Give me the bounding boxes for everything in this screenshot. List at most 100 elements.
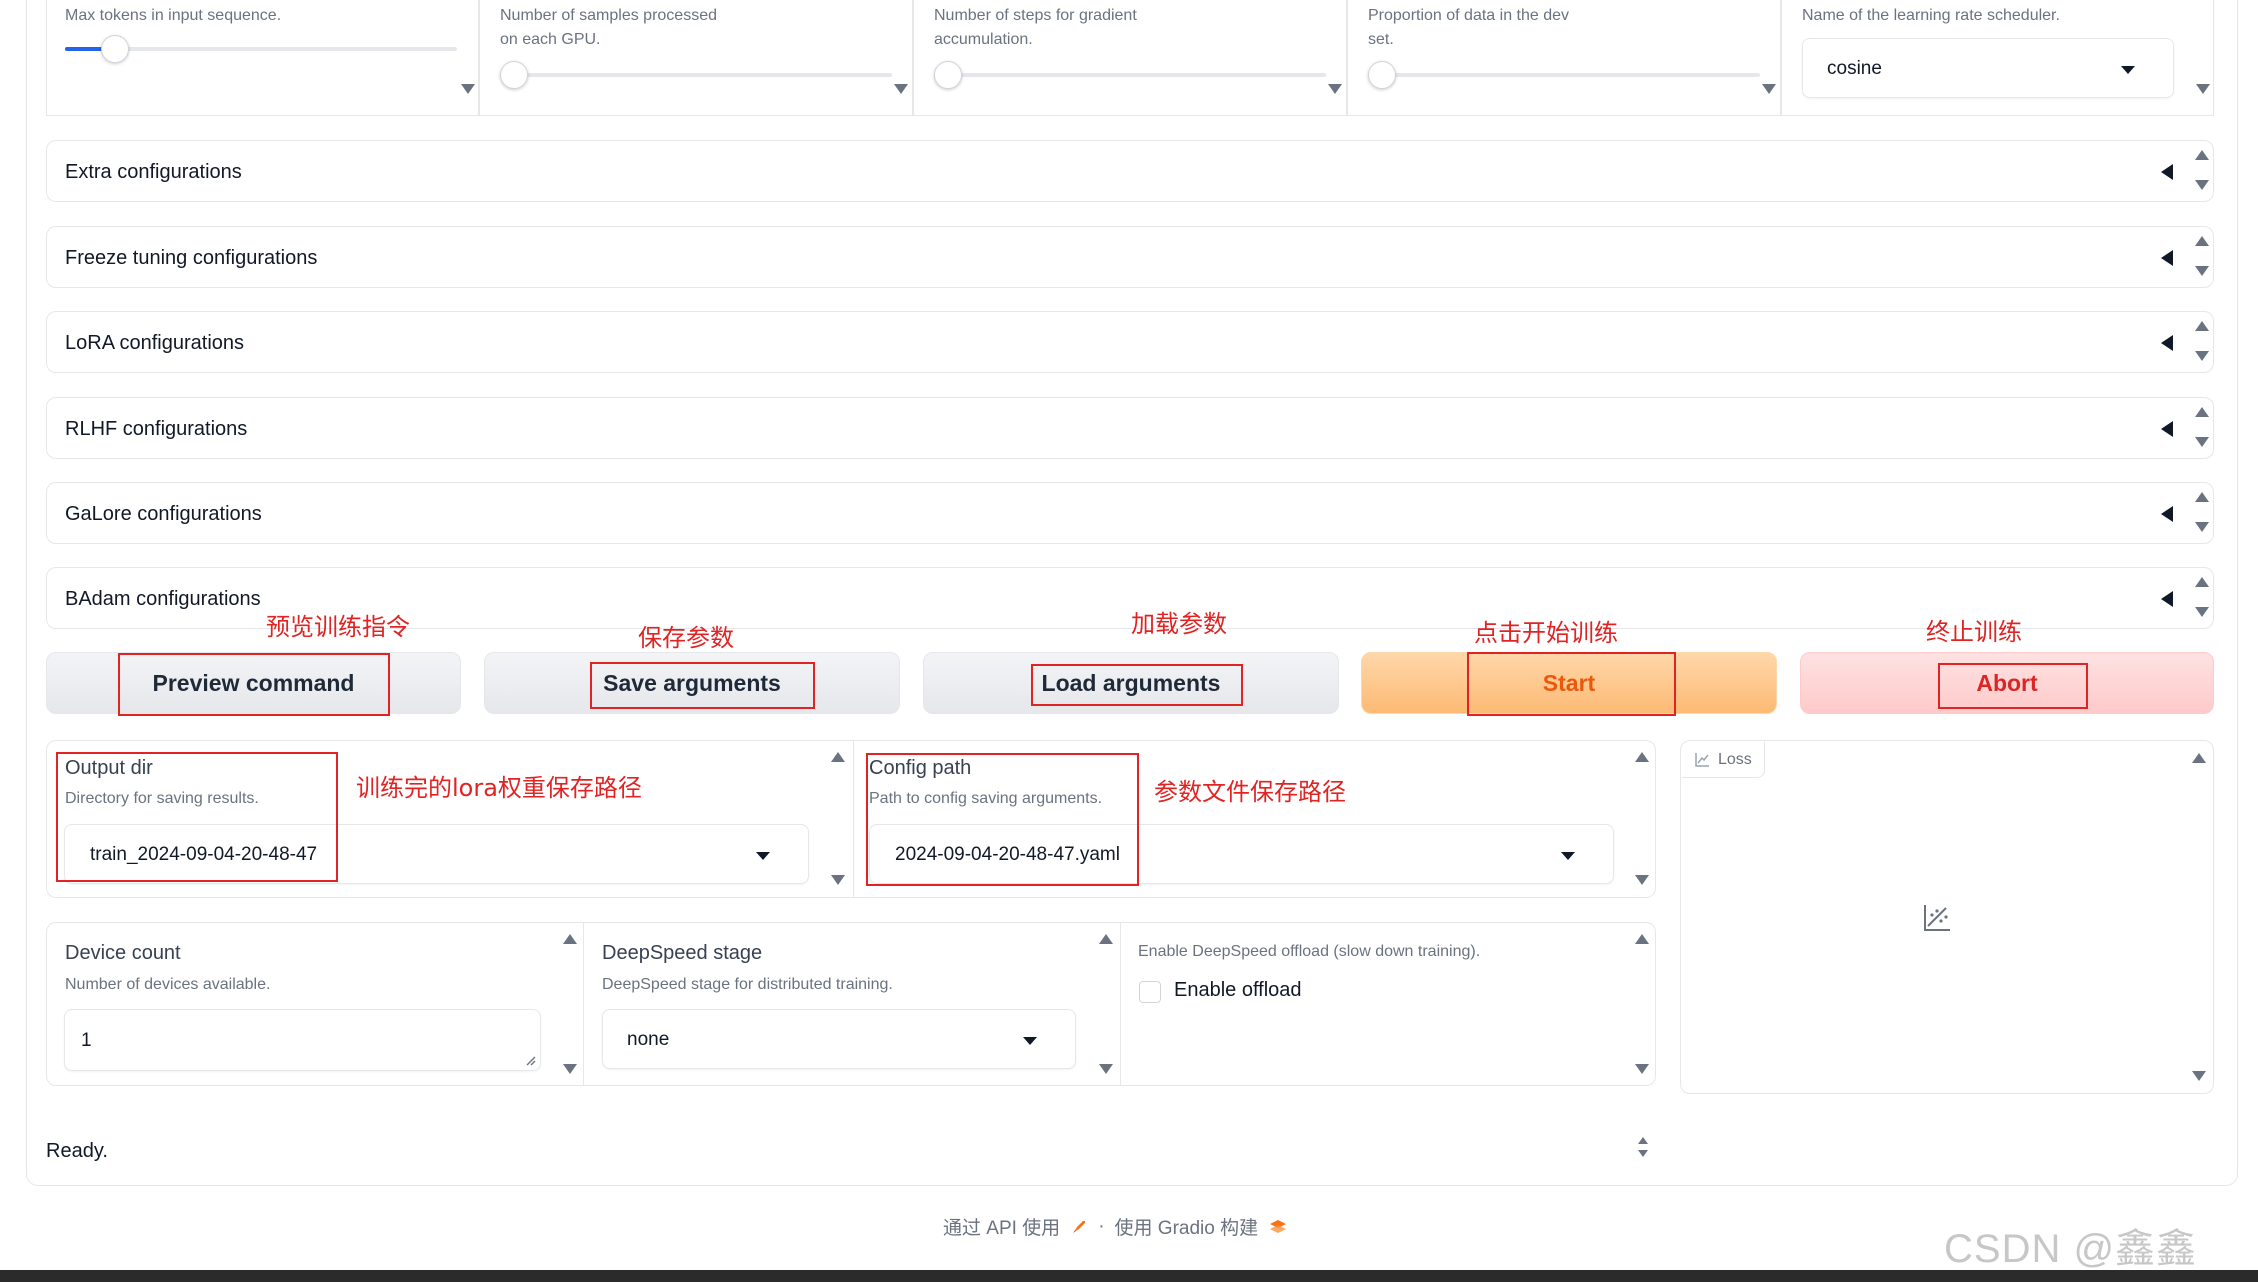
empty-chart-icon (1924, 905, 1950, 931)
scroll-down-icon[interactable] (1635, 1064, 1649, 1074)
collapse-icon (2161, 164, 2173, 180)
scroll-down-icon[interactable] (1762, 84, 1776, 94)
cutoff-len-cell: Max tokens in input sequence. (46, 0, 479, 116)
scroll-down-icon[interactable] (2195, 266, 2209, 276)
grad-accum-slider-thumb[interactable] (934, 61, 962, 89)
scroll-up-icon[interactable] (2195, 577, 2209, 587)
scroll-down-icon[interactable] (1635, 875, 1649, 885)
scroll-up-icon[interactable] (831, 752, 845, 762)
batch-size-slider-thumb[interactable] (500, 61, 528, 89)
scroll-up-icon[interactable] (2195, 150, 2209, 160)
accordion-lora-label: LoRA configurations (65, 332, 245, 354)
annotation-start: 点击开始训练 (1474, 619, 1618, 647)
lr-scheduler-info: Name of the learning rate scheduler. (1802, 7, 2060, 24)
val-size-cell: Proportion of data in the dev set. (1347, 0, 1781, 116)
batch-size-info-2: on each GPU. (500, 31, 601, 48)
rocket-icon (1073, 1220, 1086, 1233)
divider (583, 923, 584, 1085)
accordion-galore[interactable]: GaLore configurations (46, 482, 2214, 544)
collapse-icon (2161, 421, 2173, 437)
scroll-down-icon[interactable] (2195, 180, 2209, 190)
device-count-textbox[interactable]: 1 (64, 1009, 541, 1071)
accordion-galore-label: GaLore configurations (65, 503, 262, 525)
val-size-info-1: Proportion of data in the dev (1368, 7, 1570, 24)
chevron-down-icon (1561, 852, 1575, 860)
val-size-slider-thumb[interactable] (1368, 61, 1396, 89)
batch-size-slider-track[interactable] (500, 73, 892, 77)
lr-scheduler-cell: Name of the learning rate scheduler. cos… (1781, 0, 2214, 116)
accordion-freeze[interactable]: Freeze tuning configurations (46, 226, 2214, 288)
scroll-up-icon[interactable] (1099, 934, 1113, 944)
scroll-down-icon[interactable] (2196, 84, 2210, 94)
val-size-slider-track[interactable] (1368, 73, 1760, 77)
accordion-extra[interactable]: Extra configurations (46, 140, 2214, 202)
grad-accum-cell: Number of steps for gradient accumulatio… (913, 0, 1347, 116)
device-count-info: Number of devices available. (65, 976, 271, 993)
scroll-down-icon[interactable] (1099, 1064, 1113, 1074)
scroll-up-icon[interactable] (1635, 934, 1649, 944)
scroll-up-icon[interactable] (2195, 407, 2209, 417)
annotation-save: 保存参数 (638, 624, 734, 652)
scroll-up-icon[interactable] (1635, 752, 1649, 762)
status-text: Ready. (46, 1140, 108, 1162)
accordion-rlhf[interactable]: RLHF configurations (46, 397, 2214, 459)
accordion-freeze-label: Freeze tuning configurations (65, 247, 318, 269)
watermark: CSDN @鑫鑫 (1944, 1227, 2198, 1271)
device-count-label: Device count (65, 942, 181, 964)
loss-plot-label: Loss (1718, 750, 1752, 768)
scroll-up-icon[interactable] (1638, 1137, 1648, 1144)
collapse-icon (2161, 250, 2173, 266)
collapse-icon (2161, 335, 2173, 351)
scroll-down-icon[interactable] (831, 875, 845, 885)
scroll-up-icon[interactable] (2195, 236, 2209, 246)
annotation-box-load (1031, 664, 1243, 706)
footer-gradio-link[interactable]: 使用 Gradio 构建 (1115, 1213, 1259, 1240)
grad-accum-info-2: accumulation. (934, 31, 1033, 48)
annotation-abort: 终止训练 (1926, 618, 2022, 646)
scroll-down-icon[interactable] (563, 1064, 577, 1074)
accordion-extra-label: Extra configurations (65, 161, 242, 183)
taskbar-strip (0, 1270, 2258, 1282)
accordion-lora[interactable]: LoRA configurations (46, 311, 2214, 373)
scroll-down-icon[interactable] (2195, 437, 2209, 447)
loss-plot-tab: Loss (1682, 742, 1765, 778)
annotation-box-start (1467, 652, 1676, 716)
chart-icon (1695, 752, 1709, 767)
collapse-icon (2161, 506, 2173, 522)
status-scroll[interactable] (1638, 1137, 1650, 1157)
deepspeed-stage-info: DeepSpeed stage for distributed training… (602, 976, 893, 993)
scroll-down-icon[interactable] (2195, 607, 2209, 617)
resize-handle-icon[interactable] (524, 1054, 536, 1066)
annotation-box-preview (118, 653, 390, 716)
cutoff-len-slider-thumb[interactable] (101, 35, 129, 63)
deepspeed-stage-dropdown[interactable]: none (602, 1009, 1076, 1069)
chevron-down-icon (1023, 1037, 1037, 1045)
scroll-down-icon[interactable] (2192, 1071, 2206, 1081)
batch-size-info-1: Number of samples processed (500, 7, 717, 24)
device-count-value: 1 (81, 1030, 92, 1051)
loss-plot: Loss (1680, 740, 2214, 1094)
scroll-down-icon[interactable] (894, 84, 908, 94)
grad-accum-slider-track[interactable] (934, 73, 1326, 77)
scroll-up-icon[interactable] (2192, 753, 2206, 763)
scroll-down-icon[interactable] (461, 84, 475, 94)
scroll-up-icon[interactable] (563, 934, 577, 944)
gradio-logo-icon (1270, 1219, 1287, 1233)
annotation-output-dir: 训练完的lora权重保存路径 (356, 774, 642, 802)
annotation-box-save (590, 662, 815, 709)
scroll-down-icon[interactable] (2195, 351, 2209, 361)
enable-offload-checkbox[interactable] (1139, 981, 1161, 1003)
accordion-rlhf-label: RLHF configurations (65, 418, 248, 440)
scroll-up-icon[interactable] (2195, 321, 2209, 331)
scroll-down-icon[interactable] (1638, 1150, 1648, 1157)
scroll-down-icon[interactable] (2195, 522, 2209, 532)
chevron-down-icon (756, 852, 770, 860)
footer-api-link[interactable]: 通过 API 使用 (943, 1213, 1060, 1240)
scroll-down-icon[interactable] (1328, 84, 1342, 94)
annotation-config-path: 参数文件保存路径 (1154, 778, 1346, 806)
scroll-up-icon[interactable] (2195, 492, 2209, 502)
deepspeed-stage-label: DeepSpeed stage (602, 942, 763, 964)
annotation-box-output-dir (56, 752, 338, 882)
divider (853, 741, 854, 897)
lr-scheduler-dropdown[interactable]: cosine (1802, 38, 2174, 98)
